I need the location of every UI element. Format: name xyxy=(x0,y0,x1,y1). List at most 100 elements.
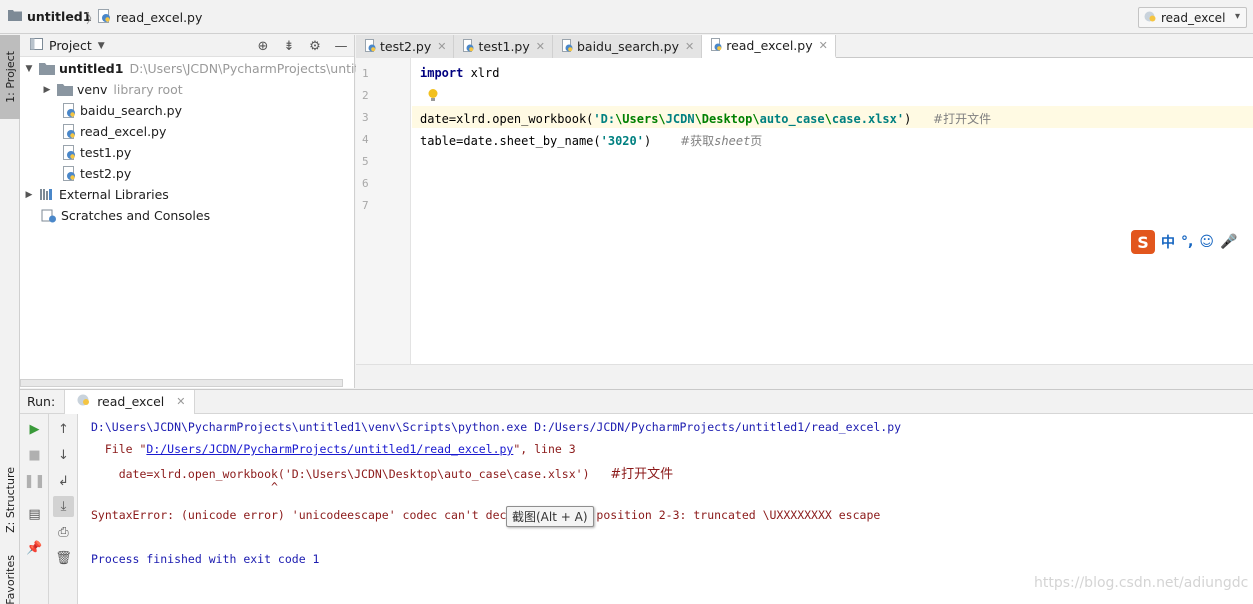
editor-bottom-strip xyxy=(356,364,1253,388)
close-icon[interactable]: ✕ xyxy=(819,39,828,52)
tree-item-label: External Libraries xyxy=(59,187,169,202)
editor-tab-label: test2.py xyxy=(380,39,432,54)
tree-item-read-excel[interactable]: read_excel.py xyxy=(60,121,166,142)
close-icon[interactable]: ✕ xyxy=(685,40,694,53)
ime-chinese-mode[interactable]: 中 xyxy=(1161,232,1175,252)
editor-gutter: 1 2 3 4 5 6 7 xyxy=(356,58,411,364)
tree-item-label: venv xyxy=(77,82,108,97)
tool-window-tab-favorites-label: Favorites xyxy=(3,554,17,604)
editor-tab[interactable]: test1.py ✕ xyxy=(454,35,553,58)
close-icon[interactable]: ✕ xyxy=(536,40,545,53)
horizontal-scrollbar[interactable] xyxy=(20,379,343,387)
folder-icon xyxy=(39,62,55,75)
line-number: 3 xyxy=(362,111,369,124)
code-string: a xyxy=(759,112,767,126)
python-file-icon xyxy=(365,38,376,55)
locate-target-icon[interactable]: ⊕ xyxy=(250,39,276,54)
project-view-selector[interactable]: Project xyxy=(49,38,92,53)
python-file-icon xyxy=(463,38,474,55)
layout-icon[interactable]: ▤ xyxy=(24,504,45,525)
code-text: xlrd xyxy=(463,66,500,80)
run-tab[interactable]: read_excel ✕ xyxy=(64,389,195,414)
python-file-icon xyxy=(98,9,111,26)
run-toolbar-secondary: ↑ ↓ ↲ ⤓ ⎙ 🗑 xyxy=(49,414,78,604)
library-icon xyxy=(39,188,55,201)
editor-tab-label: read_excel.py xyxy=(726,38,813,53)
tree-item-external-libraries[interactable]: ▶ External Libraries xyxy=(22,184,169,205)
line-number: 1 xyxy=(362,67,369,80)
chevron-down-icon[interactable]: ▼ xyxy=(98,41,105,51)
tool-window-tab-favorites[interactable]: Favorites xyxy=(0,555,20,604)
arrow-up-icon[interactable]: ↑ xyxy=(53,419,74,440)
pin-icon[interactable]: 📌 xyxy=(24,538,45,559)
console-file-link[interactable]: D:/Users/JCDN/PycharmProjects/untitled1/… xyxy=(146,442,513,456)
emoji-icon[interactable]: ☺ xyxy=(1199,234,1214,250)
tree-item-test1[interactable]: test1.py xyxy=(60,142,131,163)
screenshot-tooltip: 截图(Alt + A) xyxy=(506,506,594,527)
code-string: \ xyxy=(824,112,832,126)
console-line: SyntaxError: (unicode error) 'unicodeesc… xyxy=(91,508,881,522)
run-configuration-dropdown[interactable]: read_excel ▾ xyxy=(1138,7,1247,28)
run-panel-header: Run: read_excel ✕ xyxy=(20,389,1253,414)
breadcrumb-file-label: read_excel.py xyxy=(116,10,203,25)
print-icon[interactable]: ⎙ xyxy=(53,522,74,543)
tree-item-baidu-search[interactable]: baidu_search.py xyxy=(60,100,182,121)
scroll-to-end-icon[interactable]: ⤓ xyxy=(53,496,74,517)
editor-tab-label: baidu_search.py xyxy=(576,39,679,54)
code-line-4: table=date.sheet_by_name('3020') #获取shee… xyxy=(420,132,762,149)
code-line-3: date=xlrd.open_workbook('D:\Users\JCDN\D… xyxy=(420,110,991,127)
console-line: Process finished with exit code 1 xyxy=(91,552,320,566)
tree-item-project-root[interactable]: ▼ untitled1 D:\Users\JCDN\PycharmProject… xyxy=(22,58,379,79)
code-string: '3020' xyxy=(600,134,644,148)
chevron-right-icon[interactable]: ▶ xyxy=(40,85,54,95)
editor-tab[interactable]: test2.py ✕ xyxy=(356,35,455,58)
microphone-icon[interactable]: 🎤 xyxy=(1220,234,1237,250)
tree-item-hint: library root xyxy=(113,82,183,97)
line-number: 7 xyxy=(362,199,369,212)
code-editor[interactable]: 1 2 3 4 5 6 7 import xlrd date=xlrd.open… xyxy=(356,58,1253,364)
soft-wrap-icon[interactable]: ↲ xyxy=(53,471,74,492)
code-text: date=xlrd.open_workbook( xyxy=(420,112,594,126)
breadcrumb-project[interactable]: untitled1 xyxy=(8,9,91,24)
console-text: #打开文件 xyxy=(610,467,674,482)
chevron-right-icon[interactable]: ▶ xyxy=(22,190,36,200)
sogou-logo-icon[interactable]: S xyxy=(1131,230,1155,254)
tree-item-scratches[interactable]: Scratches and Consoles xyxy=(38,205,210,226)
python-file-icon xyxy=(63,103,76,118)
project-panel: Project ▼ ⊕ ⇟ ⚙ — ▼ untitled1 D:\Users\J… xyxy=(20,35,379,388)
breadcrumb-file[interactable]: read_excel.py xyxy=(98,9,202,26)
code-text: ) xyxy=(904,112,934,126)
minimize-icon[interactable]: — xyxy=(328,39,354,54)
editor-tab[interactable]: baidu_search.py ✕ xyxy=(552,35,703,58)
run-configuration-label: read_excel xyxy=(1161,10,1226,25)
editor-tab-active[interactable]: read_excel.py ✕ xyxy=(702,35,836,58)
trash-icon[interactable]: 🗑 xyxy=(53,548,74,569)
tool-window-tab-project[interactable]: 1: Project xyxy=(0,35,20,119)
arrow-down-icon[interactable]: ↓ xyxy=(53,445,74,466)
left-tool-stripe: 1: Project Z: Structure Favorites xyxy=(0,35,20,604)
pause-icon[interactable]: ❚❚ xyxy=(24,471,46,492)
chevron-down-icon[interactable]: ▼ xyxy=(22,64,36,74)
code-string: 'D: xyxy=(593,112,616,126)
tree-item-venv[interactable]: ▶ venv library root xyxy=(40,79,183,100)
python-file-icon xyxy=(1144,10,1157,26)
console-line: File "D:/Users/JCDN/PycharmProjects/unti… xyxy=(91,442,576,456)
line-number: 4 xyxy=(362,133,369,146)
tree-item-path: D:\Users\JCDN\PycharmProjects\untitled xyxy=(129,61,379,76)
close-icon[interactable]: ✕ xyxy=(437,40,446,53)
rerun-play-icon[interactable]: ▶ xyxy=(24,419,45,440)
project-panel-header: Project ▼ ⊕ ⇟ ⚙ — xyxy=(20,35,354,57)
run-panel-label: Run: xyxy=(27,394,56,409)
tree-item-test2[interactable]: test2.py xyxy=(60,163,131,184)
collapse-all-icon[interactable]: ⇟ xyxy=(276,39,302,54)
code-string: JCDN xyxy=(665,112,695,126)
gear-icon[interactable]: ⚙ xyxy=(302,39,328,54)
ime-punctuation[interactable]: °, xyxy=(1181,234,1193,250)
tool-window-tab-structure[interactable]: Z: Structure xyxy=(0,445,20,555)
code-comment: #获取 xyxy=(680,134,715,148)
stop-icon[interactable]: ■ xyxy=(24,445,45,466)
lightbulb-icon[interactable] xyxy=(427,88,439,107)
breadcrumb-project-label: untitled1 xyxy=(27,9,92,24)
code-comment: 页 xyxy=(750,134,763,148)
close-icon[interactable]: ✕ xyxy=(176,395,185,408)
